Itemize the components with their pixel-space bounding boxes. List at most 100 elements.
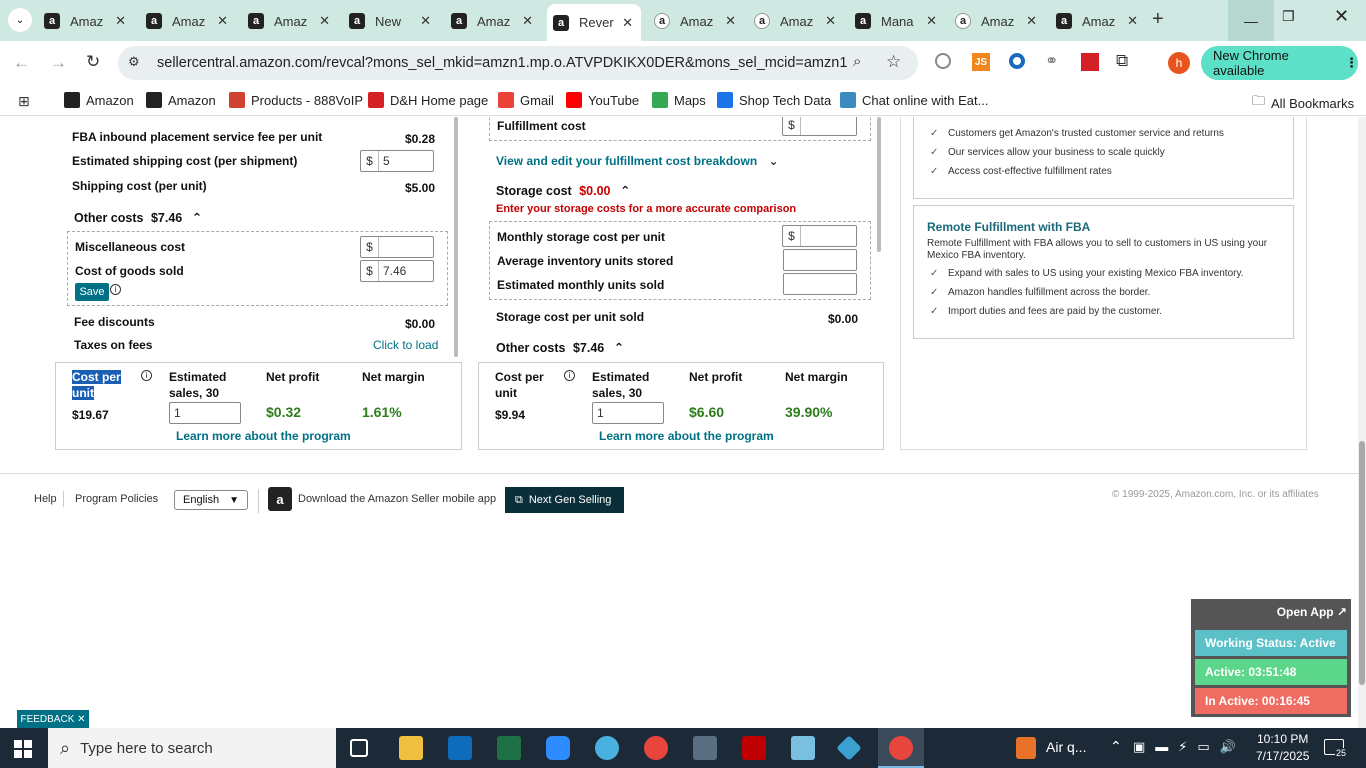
tray-icons[interactable]: ▣▬⚡▭🔊 [1133, 739, 1246, 755]
monthly-storage-value[interactable] [801, 226, 805, 246]
app-download-link[interactable]: Download the Amazon Seller mobile app [298, 493, 496, 505]
storage-cost-toggle[interactable]: Storage cost $0.00 ⌃ [496, 183, 630, 198]
chrome-active-task[interactable] [878, 728, 924, 768]
misc-cost-value[interactable] [379, 237, 383, 257]
est-monthly-input[interactable] [783, 273, 857, 295]
bookmark-star-icon[interactable]: ☆ [886, 52, 901, 72]
learn-more-link[interactable]: Learn more about the program [176, 429, 351, 443]
bookmark-item[interactable]: YouTube [566, 92, 639, 108]
bookmark-item[interactable]: Maps [652, 92, 706, 108]
info-icon[interactable]: i [110, 284, 121, 295]
extensions-puzzle-icon[interactable]: ⧉ [1116, 51, 1128, 71]
tab-8[interactable]: a Mana ✕ [855, 8, 937, 34]
view-edit-fulfillment-link[interactable]: View and edit your fulfillment cost brea… [496, 154, 779, 168]
close-window-button[interactable]: ✕ [1334, 6, 1349, 27]
filezilla-icon[interactable] [742, 736, 766, 760]
update-chrome-button[interactable]: New Chrome available ⋮ [1201, 46, 1358, 80]
tab-4[interactable]: a Amaz ✕ [451, 8, 533, 34]
tab-2[interactable]: a Amaz ✕ [248, 8, 330, 34]
info-icon[interactable]: i [564, 370, 575, 381]
apps-grid-icon[interactable]: ⊞ [18, 93, 30, 110]
close-icon[interactable]: ✕ [319, 13, 330, 29]
taxes-load-link[interactable]: Click to load [373, 338, 438, 352]
tab-9[interactable]: a Amaz ✕ [955, 8, 1037, 34]
est-sales-input[interactable]: 1 [592, 402, 664, 424]
tab-search-button[interactable]: ⌄ [8, 8, 32, 32]
forward-button[interactable]: → [50, 53, 67, 73]
close-icon[interactable]: ✕ [420, 13, 431, 29]
task-view-icon[interactable] [350, 739, 368, 757]
close-icon[interactable]: ✕ [622, 15, 633, 31]
minimize-button[interactable]: — [1228, 0, 1274, 41]
close-icon[interactable]: ✕ [217, 13, 228, 29]
fulfillment-cost-value[interactable] [801, 117, 805, 135]
bookmark-item[interactable]: Products - 888VoIP [229, 92, 363, 108]
help-link[interactable]: Help [34, 493, 57, 505]
bookmark-item[interactable]: Shop Tech Data [717, 92, 831, 108]
language-select[interactable]: English ▼ [174, 490, 248, 510]
taskbar-search[interactable]: ⌕ Type here to search [48, 728, 336, 768]
calculator-icon[interactable] [693, 736, 717, 760]
close-icon[interactable]: ✕ [926, 13, 937, 29]
profile-avatar[interactable]: h [1168, 52, 1190, 74]
notes-icon[interactable] [791, 736, 815, 760]
bookmark-item[interactable]: D&H Home page [368, 92, 488, 108]
all-bookmarks-button[interactable]: 🗀 All Bookmarks [1252, 92, 1354, 114]
app-icon[interactable] [836, 735, 862, 761]
fulfillment-cost-input[interactable]: $ [782, 117, 857, 136]
weather-icon[interactable] [1016, 737, 1036, 759]
other-costs-toggle[interactable]: Other costs $7.46 ⌃ [74, 210, 202, 225]
next-gen-selling-button[interactable]: ⧉ Next Gen Selling [505, 487, 624, 513]
tray-chevron-icon[interactable]: ⌃ [1110, 738, 1122, 755]
cogs-input[interactable]: $ 7.46 [360, 260, 434, 282]
search-icon[interactable]: ⌕ [853, 53, 861, 70]
bookmark-item[interactable]: Gmail [498, 92, 554, 108]
pdf-extension-icon[interactable] [1081, 53, 1099, 71]
file-explorer-icon[interactable] [399, 736, 423, 760]
page-scrollbar-thumb[interactable] [1359, 441, 1365, 685]
page-scrollbar[interactable] [1358, 117, 1366, 728]
weather-text[interactable]: Air q... [1046, 739, 1086, 755]
maximize-button[interactable]: ❐ [1282, 8, 1295, 25]
url-text[interactable]: sellercentral.amazon.com/revcal?mons_sel… [157, 55, 847, 71]
zoom-icon[interactable] [546, 736, 570, 760]
tab-7[interactable]: a Amaz ✕ [754, 8, 836, 34]
save-button[interactable]: Save [75, 283, 109, 301]
bookmark-item[interactable]: Amazon [64, 92, 134, 108]
outlook-icon[interactable] [448, 736, 472, 760]
est-shipping-value[interactable]: 5 [379, 151, 390, 171]
bookmark-item[interactable]: Amazon [146, 92, 216, 108]
mid-other-costs-toggle[interactable]: Other costs $7.46 ⌃ [496, 340, 624, 355]
cogs-value[interactable]: 7.46 [379, 261, 406, 281]
tab-10[interactable]: a Amaz ✕ [1056, 8, 1138, 34]
reload-button[interactable]: ↻ [86, 52, 100, 72]
clock-time[interactable]: 10:10 PM [1257, 732, 1308, 746]
info-icon[interactable]: i [141, 370, 152, 381]
est-sales-value[interactable]: 1 [593, 403, 604, 423]
globe-icon[interactable] [935, 53, 951, 69]
est-sales-value[interactable]: 1 [170, 403, 181, 423]
program-policies-link[interactable]: Program Policies [75, 493, 158, 505]
learn-more-link[interactable]: Learn more about the program [599, 429, 774, 443]
tab-0[interactable]: a Amaz ✕ [44, 8, 126, 34]
back-button[interactable]: ← [13, 53, 30, 73]
close-icon[interactable]: ✕ [725, 13, 736, 29]
windows-start-icon[interactable] [14, 740, 32, 758]
close-icon[interactable]: ✕ [115, 13, 126, 29]
amazon-app-icon[interactable]: a [268, 487, 292, 511]
new-tab-button[interactable]: + [1152, 8, 1164, 31]
chrome-icon[interactable] [644, 736, 668, 760]
app-icon[interactable] [595, 736, 619, 760]
js-extension-icon[interactable]: JS [972, 53, 990, 71]
tab-5[interactable]: a Rever ✕ [547, 4, 641, 41]
monthly-storage-input[interactable]: $ [782, 225, 857, 247]
close-icon[interactable]: ✕ [825, 13, 836, 29]
tab-6[interactable]: a Amaz ✕ [654, 8, 736, 34]
misc-cost-input[interactable]: $ [360, 236, 434, 258]
tab-3[interactable]: a New ✕ [349, 8, 431, 34]
left-scrollbar[interactable] [454, 117, 458, 357]
lifebuoy-extension-icon[interactable] [1009, 53, 1025, 69]
clock-date[interactable]: 7/17/2025 [1256, 749, 1309, 763]
site-info-icon[interactable]: ⚙ [128, 54, 140, 70]
address-bar[interactable]: ⚙ sellercentral.amazon.com/revcal?mons_s… [118, 46, 918, 80]
